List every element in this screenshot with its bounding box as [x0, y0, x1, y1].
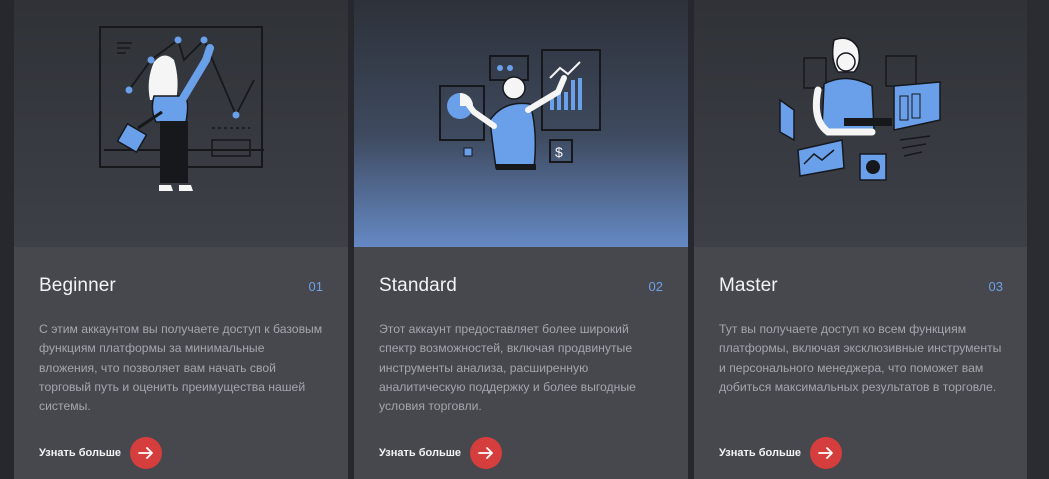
plan-description: Тут вы получаете доступ ко всем функциям…: [719, 322, 1002, 394]
plan-number: 02: [648, 279, 663, 294]
plan-card-body: Master 03 Тут вы получаете доступ ко все…: [694, 247, 1028, 479]
arrow-right-icon: [818, 447, 833, 459]
arrow-right-icon: [138, 447, 153, 459]
plan-card-body: Beginner 01 С этим аккаунтом вы получает…: [14, 247, 348, 479]
pricing-section: Beginner 01 С этим аккаунтом вы получает…: [0, 0, 1049, 479]
learn-more-link[interactable]: Узнать больше: [719, 437, 843, 469]
plan-title: Standard: [379, 275, 457, 296]
plan-description: Этот аккаунт предоставляет более широкий…: [379, 322, 636, 414]
beginner-illustration: [14, 0, 348, 247]
learn-more-label[interactable]: Узнать больше: [39, 447, 121, 459]
standard-illustration: $: [354, 0, 688, 247]
plan-card-beginner: Beginner 01 С этим аккаунтом вы получает…: [14, 0, 348, 479]
master-illustration: [694, 0, 1028, 247]
learn-more-link[interactable]: Узнать больше: [39, 437, 163, 469]
arrow-right-button[interactable]: [130, 437, 163, 469]
plan-card-body: Standard 02 Этот аккаунт предоставляет б…: [354, 247, 688, 479]
plan-card-standard: $ Standard 02 Этот аккаунт предоставляет…: [354, 0, 688, 479]
arrow-right-button[interactable]: [470, 437, 503, 469]
plan-number: 03: [988, 279, 1003, 294]
plan-description: С этим аккаунтом вы получаете доступ к б…: [39, 322, 323, 414]
learn-more-label[interactable]: Узнать больше: [719, 447, 801, 459]
learn-more-link[interactable]: Узнать больше: [379, 437, 503, 469]
plan-number: 01: [308, 279, 323, 294]
svg-text:$: $: [555, 144, 563, 160]
plan-title: Master: [719, 275, 778, 296]
plan-title: Beginner: [39, 275, 116, 296]
arrow-right-button[interactable]: [810, 437, 843, 469]
learn-more-label[interactable]: Узнать больше: [379, 447, 461, 459]
arrow-right-icon: [478, 447, 493, 459]
right-edge: [1027, 0, 1049, 479]
plan-card-master: Master 03 Тут вы получаете доступ ко все…: [694, 0, 1028, 479]
